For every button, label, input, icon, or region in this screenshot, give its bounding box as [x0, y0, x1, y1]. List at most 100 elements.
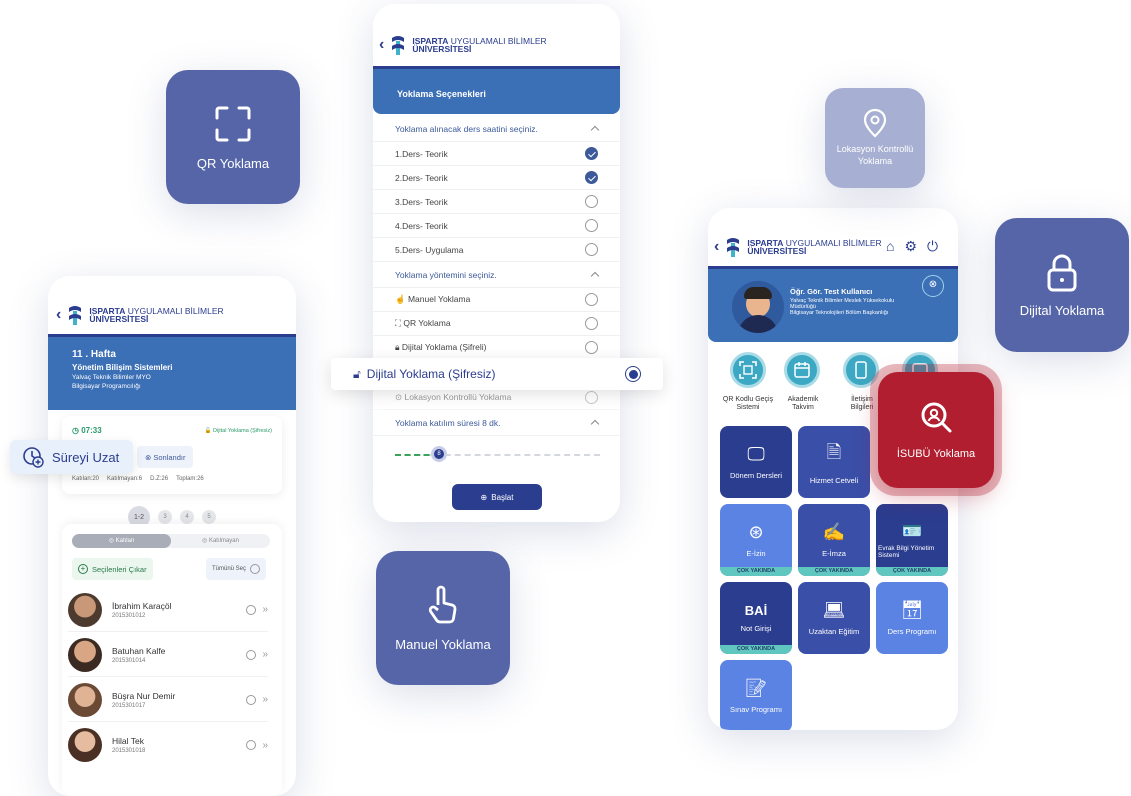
hand-icon: ☝	[395, 294, 406, 304]
back-icon[interactable]: ‹	[379, 36, 384, 54]
tile-donem-dersleri[interactable]: 🖵 Dönem Dersleri	[720, 426, 792, 498]
select-all-button[interactable]: Tümünü Seç	[206, 558, 267, 580]
search-user-icon	[921, 402, 952, 433]
manuel-yoklama-tile[interactable]: Manuel Yoklama	[376, 551, 510, 685]
qr-yoklama-tile[interactable]: QR Yoklama	[166, 70, 300, 204]
profile-badge-icon[interactable]: ⊗	[922, 275, 944, 297]
tab-present[interactable]: ◎ Katılan	[72, 534, 171, 548]
extend-time-button[interactable]: Süreyi Uzat	[10, 440, 133, 474]
qr-frame-icon: ⛶	[395, 318, 401, 328]
tile-sinav-programi[interactable]: 📝︎ Sınav Programı	[720, 660, 792, 730]
back-icon[interactable]: ‹	[56, 306, 61, 324]
radio-selected-icon[interactable]	[625, 366, 641, 382]
university-logo: ‹ ISPARTA UYGULAMALI BİLİMLER ÜNİVERSİTE…	[379, 34, 547, 56]
start-button[interactable]: ⊕ Başlat	[452, 484, 542, 510]
tile-not-girisi[interactable]: BAİ Not Girişi ÇOK YAKINDA	[720, 582, 792, 654]
select-circle-icon[interactable]	[246, 604, 257, 615]
page-3[interactable]: 3	[158, 510, 172, 524]
avatar	[68, 637, 102, 672]
selected-method-sifresiz[interactable]: 🔓︎ Dijital Yoklama (Şifresiz)	[331, 358, 663, 390]
logo-icon	[725, 236, 741, 258]
hand-pointer-icon	[428, 585, 457, 623]
timer: ◷ 07:33	[72, 426, 102, 435]
monitor-icon: 🖵	[747, 444, 765, 464]
stats-row: Katılan:20 Katılmayan:6 D.Z:26 Toplam:26	[72, 476, 204, 482]
list-item[interactable]: Hilal Tek 2015301018 »	[68, 723, 268, 767]
calendar-icon: 📅︎	[900, 600, 924, 620]
radio-icon[interactable]	[585, 391, 598, 404]
hour-option[interactable]: 1.Ders- Teorik	[373, 142, 620, 166]
qr-pass-icon[interactable]	[730, 352, 766, 388]
course-name: Yönetim Bilişim Sistemleri	[72, 363, 173, 372]
chevron-double-right-icon[interactable]: »	[262, 649, 268, 660]
duration-slider[interactable]: 8	[395, 446, 600, 462]
method-section-header[interactable]: Yoklama yöntemini seçiniz.	[373, 262, 620, 288]
user-check-icon: ⊛	[748, 522, 764, 542]
logo-icon	[390, 34, 406, 56]
user-title: Öğr. Gör. Test Kullanıcı	[790, 287, 873, 296]
checked-circle-icon[interactable]	[585, 171, 598, 184]
lock-icon	[1047, 254, 1077, 291]
home-icon[interactable]: ⌂	[886, 238, 894, 255]
course-header: 11 . Hafta Yönetim Bilişim Sistemleri Ya…	[48, 334, 296, 410]
isubu-yoklama-tile[interactable]: İSUBÜ Yoklama	[878, 372, 994, 488]
clock-plus-icon	[23, 447, 44, 468]
chevron-double-right-icon[interactable]: »	[262, 740, 268, 751]
page-5[interactable]: 5	[202, 510, 216, 524]
university-logo: ‹ ISPARTA UYGULAMALI BİLİMLER ÜNİVERSİTE…	[714, 236, 882, 258]
select-circle-icon[interactable]	[246, 740, 257, 750]
hours-section-header[interactable]: Yoklama alınacak ders saatini seçiniz.	[373, 116, 620, 142]
chevron-double-right-icon[interactable]: »	[262, 604, 268, 615]
slider-thumb[interactable]: 8	[431, 446, 447, 462]
avatar	[68, 682, 102, 717]
radio-icon[interactable]	[585, 341, 598, 354]
method-manuel[interactable]: ☝ Manuel Yoklama	[373, 288, 620, 312]
page-4[interactable]: 4	[180, 510, 194, 524]
user-line3: Bilgisayar Teknolojileri Bölüm Başkanlığ…	[790, 310, 889, 316]
hour-option[interactable]: 4.Ders- Teorik	[373, 214, 620, 238]
tile-evrak[interactable]: 🪪 Evrak Bilgi Yönetim Sistemi ÇOK YAKINDA	[876, 504, 948, 576]
unchecked-circle-icon[interactable]	[585, 219, 598, 232]
select-circle-icon[interactable]	[246, 649, 257, 660]
calendar-icon[interactable]	[784, 352, 820, 388]
remove-selected-button[interactable]: + Seçilenleri Çıkar	[72, 558, 153, 580]
tab-bar: ◎ Katılan ◎ Katılmayan	[72, 534, 270, 548]
location-pin-icon	[863, 109, 887, 138]
method-qr[interactable]: ⛶ QR Yoklama	[373, 312, 620, 336]
power-icon[interactable]: ⏻	[927, 238, 938, 255]
hour-option[interactable]: 2.Ders- Teorik	[373, 166, 620, 190]
method-sifreli[interactable]: 🔒︎ Dijital Yoklama (Şifreli)	[373, 336, 620, 360]
back-icon[interactable]: ‹	[714, 238, 719, 256]
chevron-double-right-icon[interactable]: »	[262, 694, 268, 705]
checked-circle-icon[interactable]	[585, 147, 598, 160]
unchecked-circle-icon[interactable]	[585, 195, 598, 208]
finish-button[interactable]: ⊗ Sonlandır	[137, 446, 194, 468]
tile-hizmet-cetveli[interactable]: 🗎 Hizmet Cetveli	[798, 426, 870, 498]
radio-icon[interactable]	[585, 293, 598, 306]
gear-icon[interactable]: ⚙	[904, 238, 917, 255]
location-icon: ⊙	[395, 392, 403, 402]
avatar	[68, 592, 102, 627]
university-logo: ‹ ISPARTA UYGULAMALI BİLİMLER ÜNİVERSİTE…	[56, 305, 224, 325]
bai-icon: BAİ	[744, 603, 768, 618]
program-name: Bilgisayar Programcılığı	[72, 383, 141, 390]
unchecked-circle-icon[interactable]	[585, 243, 598, 256]
select-circle-icon[interactable]	[246, 694, 257, 705]
dijital-yoklama-tile[interactable]: Dijital Yoklama	[995, 218, 1129, 352]
tile-uzaktan-egitim[interactable]: 💻︎ Uzaktan Eğitim	[798, 582, 870, 654]
hour-option[interactable]: 3.Ders- Teorik	[373, 190, 620, 214]
middle-phone: ‹ ISPARTA UYGULAMALI BİLİMLER ÜNİVERSİTE…	[373, 4, 620, 522]
radio-icon[interactable]	[585, 317, 598, 330]
tile-e-imza[interactable]: ✍ E-İmza ÇOK YAKINDA	[798, 504, 870, 576]
circle-icon	[250, 564, 261, 574]
list-item[interactable]: Büşra Nur Demir 2015301017 »	[68, 678, 268, 722]
hour-option[interactable]: 5.Ders- Uygulama	[373, 238, 620, 262]
tile-e-izin[interactable]: ⊛ E-İzin ÇOK YAKINDA	[720, 504, 792, 576]
tab-absent[interactable]: ◎ Katılmayan	[171, 534, 270, 548]
list-item[interactable]: İbrahim Karaçöl 2015301012 »	[68, 588, 268, 632]
lokasyon-yoklama-tile[interactable]: Lokasyon Kontrollü Yoklama	[825, 88, 925, 188]
duration-section-header[interactable]: Yoklama katılım süresi 8 dk.	[373, 410, 620, 436]
quick-label-qr: QR Kodlu Geçiş Sistemi	[722, 396, 774, 412]
list-item[interactable]: Batuhan Kalfe 2015301014 »	[68, 633, 268, 677]
tile-ders-programi[interactable]: 📅︎ Ders Programı	[876, 582, 948, 654]
